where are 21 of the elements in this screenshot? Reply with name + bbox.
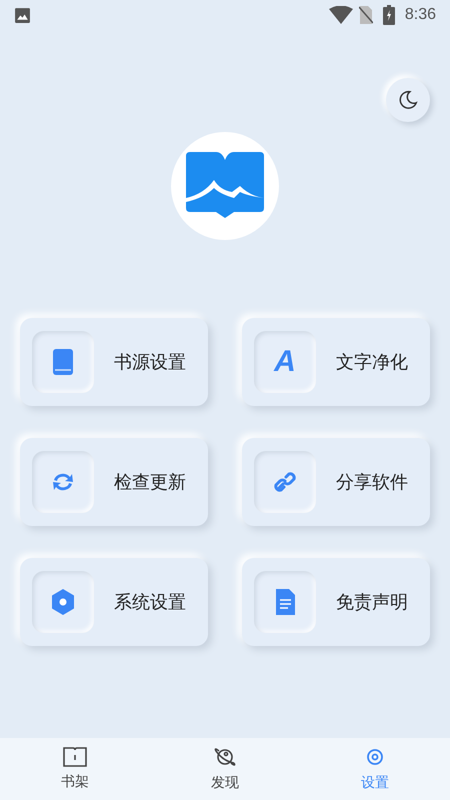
menu-card[interactable]: 分享软件 — [242, 438, 430, 526]
menu-card[interactable]: 免责声明 — [242, 558, 430, 646]
menu-card[interactable]: 检查更新 — [20, 438, 208, 526]
image-icon — [14, 6, 31, 24]
menu-card[interactable]: A 文字净化 — [242, 318, 430, 406]
letter-icon: A — [274, 347, 296, 377]
status-time: 8:36 — [404, 5, 436, 25]
nav-tab[interactable]: 发现 — [150, 738, 300, 800]
planet-icon — [213, 745, 237, 769]
hexagon-icon — [50, 588, 76, 616]
no-sim-icon — [358, 6, 373, 24]
dark-mode-button[interactable] — [386, 78, 430, 122]
wifi-icon — [328, 6, 353, 24]
battery-icon — [382, 5, 395, 25]
book-icon — [52, 348, 74, 376]
menu-card[interactable]: 系统设置 — [20, 558, 208, 646]
moon-icon — [397, 89, 419, 111]
menu-card[interactable]: 书源设置 — [20, 318, 208, 406]
book-icon — [62, 746, 88, 768]
nav-tab[interactable]: 书架 — [0, 738, 150, 800]
document-icon — [274, 588, 296, 616]
